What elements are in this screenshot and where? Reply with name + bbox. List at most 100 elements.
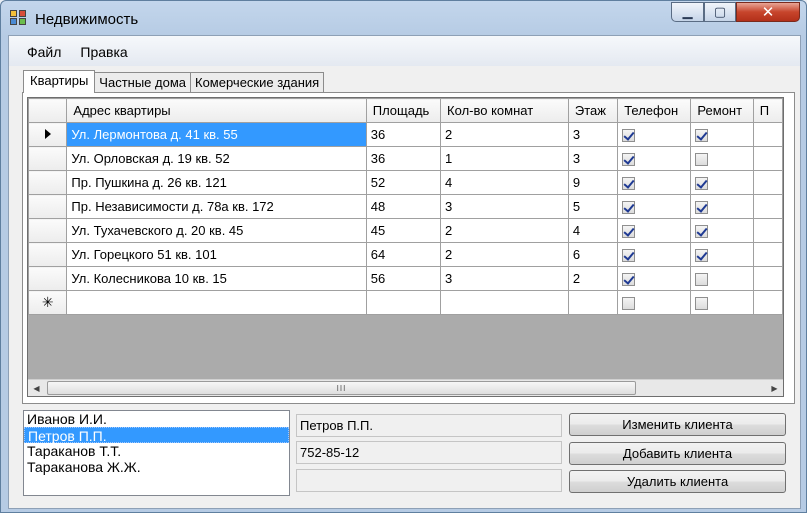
table-row[interactable]: Ул. Колесникова 10 кв. 15 56 3 2 xyxy=(28,266,783,291)
add-client-button[interactable]: Добавить клиента xyxy=(569,442,786,465)
cell-more[interactable] xyxy=(752,146,783,171)
cell-area[interactable]: 45 xyxy=(365,218,442,243)
cell-floor[interactable]: 2 xyxy=(567,266,619,291)
clients-listbox[interactable]: Иванов И.И. Петров П.П. Тараканов Т.Т. Тара… xyxy=(23,410,290,496)
repair-checkbox[interactable] xyxy=(695,297,709,311)
phone-checkbox[interactable] xyxy=(622,153,636,167)
phone-checkbox[interactable] xyxy=(622,201,636,215)
new-row-cell[interactable] xyxy=(567,290,619,315)
cell-floor[interactable]: 6 xyxy=(567,242,619,267)
cell-address[interactable]: Ул. Орловская д. 19 кв. 52 xyxy=(66,146,367,171)
phone-checkbox[interactable] xyxy=(622,273,636,287)
repair-checkbox[interactable] xyxy=(695,177,709,191)
row-header[interactable] xyxy=(28,146,68,171)
cell-address[interactable]: Ул. Горецкого 51 кв. 101 xyxy=(66,242,367,267)
table-row[interactable]: Ул. Лермонтова д. 41 кв. 55 36 2 3 xyxy=(28,122,783,147)
repair-checkbox[interactable] xyxy=(695,225,709,239)
repair-checkbox[interactable] xyxy=(695,249,709,263)
scroll-left-icon[interactable]: ◀ xyxy=(28,380,45,396)
cell-address[interactable]: Ул. Колесникова 10 кв. 15 xyxy=(66,266,367,291)
row-header[interactable] xyxy=(28,122,68,147)
apartments-grid[interactable]: Адрес квартиры Площадь Кол-во комнат Эта… xyxy=(27,97,784,397)
list-item[interactable]: Тараканов Т.Т. xyxy=(24,443,289,459)
new-row-cell[interactable] xyxy=(752,290,783,315)
row-header[interactable]: ✳ xyxy=(28,290,68,315)
cell-more[interactable] xyxy=(752,194,783,219)
cell-area[interactable]: 56 xyxy=(365,266,442,291)
column-header-repair[interactable]: Ремонт xyxy=(690,98,754,123)
cell-area[interactable]: 48 xyxy=(365,194,442,219)
repair-checkbox[interactable] xyxy=(695,129,709,143)
cell-more[interactable] xyxy=(752,170,783,195)
cell-more[interactable] xyxy=(752,266,783,291)
cell-rooms[interactable]: 2 xyxy=(440,122,569,147)
cell-rooms[interactable]: 1 xyxy=(440,146,569,171)
cell-area[interactable]: 64 xyxy=(365,242,442,267)
column-header-rooms[interactable]: Кол-во комнат xyxy=(440,98,569,123)
row-header[interactable] xyxy=(28,266,68,291)
column-header-floor[interactable]: Этаж xyxy=(567,98,619,123)
edit-client-button[interactable]: Изменить клиента xyxy=(569,413,786,436)
cell-floor[interactable]: 3 xyxy=(567,122,619,147)
tab-apartments[interactable]: Квартиры xyxy=(23,70,96,93)
new-row[interactable]: ✳ xyxy=(28,290,783,315)
cell-rooms[interactable]: 4 xyxy=(440,170,569,195)
tab-private-houses[interactable]: Частные дома xyxy=(94,72,191,93)
table-row[interactable]: Пр. Независимости д. 78а кв. 172 48 3 5 xyxy=(28,194,783,219)
delete-client-button[interactable]: Удалить клиента xyxy=(569,470,786,493)
list-item[interactable]: Иванов И.И. xyxy=(24,411,289,427)
menu-file[interactable]: Файл xyxy=(19,42,72,60)
minimize-button[interactable]: ▁ xyxy=(671,2,704,22)
phone-checkbox[interactable] xyxy=(622,177,636,191)
list-item[interactable]: Петров П.П. xyxy=(24,427,289,444)
client-extra-field[interactable] xyxy=(296,469,562,492)
cell-address[interactable]: Пр. Независимости д. 78а кв. 172 xyxy=(66,194,367,219)
cell-more[interactable] xyxy=(752,218,783,243)
horizontal-scrollbar[interactable]: ◀ III ▶ xyxy=(28,379,783,396)
cell-more[interactable] xyxy=(752,122,783,147)
column-header-area[interactable]: Площадь xyxy=(365,98,442,123)
cell-floor[interactable]: 4 xyxy=(567,218,619,243)
column-header-phone[interactable]: Телефон xyxy=(617,98,692,123)
repair-checkbox[interactable] xyxy=(695,273,709,287)
cell-address[interactable]: Ул. Лермонтова д. 41 кв. 55 xyxy=(66,122,367,147)
row-header[interactable] xyxy=(28,218,68,243)
table-row[interactable]: Ул. Тухачевского д. 20 кв. 45 45 2 4 xyxy=(28,218,783,243)
title-bar[interactable]: Недвижимость ▁ ▢ ✕ xyxy=(1,1,806,35)
cell-rooms[interactable]: 3 xyxy=(440,194,569,219)
cell-address[interactable]: Ул. Тухачевского д. 20 кв. 45 xyxy=(66,218,367,243)
phone-checkbox[interactable] xyxy=(622,297,636,311)
menu-edit[interactable]: Правка xyxy=(72,42,138,60)
close-button[interactable]: ✕ xyxy=(736,2,800,22)
row-header[interactable] xyxy=(28,194,68,219)
grid-corner-header[interactable] xyxy=(28,98,68,123)
client-name-field[interactable]: Петров П.П. xyxy=(296,414,562,437)
cell-area[interactable]: 52 xyxy=(365,170,442,195)
cell-area[interactable]: 36 xyxy=(365,122,442,147)
client-phone-field[interactable]: 752-85-12 xyxy=(296,441,562,464)
phone-checkbox[interactable] xyxy=(622,249,636,263)
cell-more[interactable] xyxy=(752,242,783,267)
cell-floor[interactable]: 9 xyxy=(567,170,619,195)
cell-area[interactable]: 36 xyxy=(365,146,442,171)
row-header[interactable] xyxy=(28,242,68,267)
cell-rooms[interactable]: 2 xyxy=(440,242,569,267)
repair-checkbox[interactable] xyxy=(695,201,709,215)
row-header[interactable] xyxy=(28,170,68,195)
cell-rooms[interactable]: 2 xyxy=(440,218,569,243)
scroll-thumb[interactable]: III xyxy=(47,381,636,395)
table-row[interactable]: Ул. Орловская д. 19 кв. 52 36 1 3 xyxy=(28,146,783,171)
cell-floor[interactable]: 5 xyxy=(567,194,619,219)
table-row[interactable]: Пр. Пушкина д. 26 кв. 121 52 4 9 xyxy=(28,170,783,195)
cell-floor[interactable]: 3 xyxy=(567,146,619,171)
repair-checkbox[interactable] xyxy=(695,153,709,167)
new-row-cell[interactable] xyxy=(66,290,367,315)
list-item[interactable]: Тараканова Ж.Ж. xyxy=(24,459,289,475)
cell-rooms[interactable]: 3 xyxy=(440,266,569,291)
table-row[interactable]: Ул. Горецкого 51 кв. 101 64 2 6 xyxy=(28,242,783,267)
scroll-right-icon[interactable]: ▶ xyxy=(766,380,783,396)
new-row-cell[interactable] xyxy=(365,290,442,315)
cell-address[interactable]: Пр. Пушкина д. 26 кв. 121 xyxy=(66,170,367,195)
column-header-address[interactable]: Адрес квартиры xyxy=(66,98,367,123)
column-header-more[interactable]: П xyxy=(752,98,783,123)
